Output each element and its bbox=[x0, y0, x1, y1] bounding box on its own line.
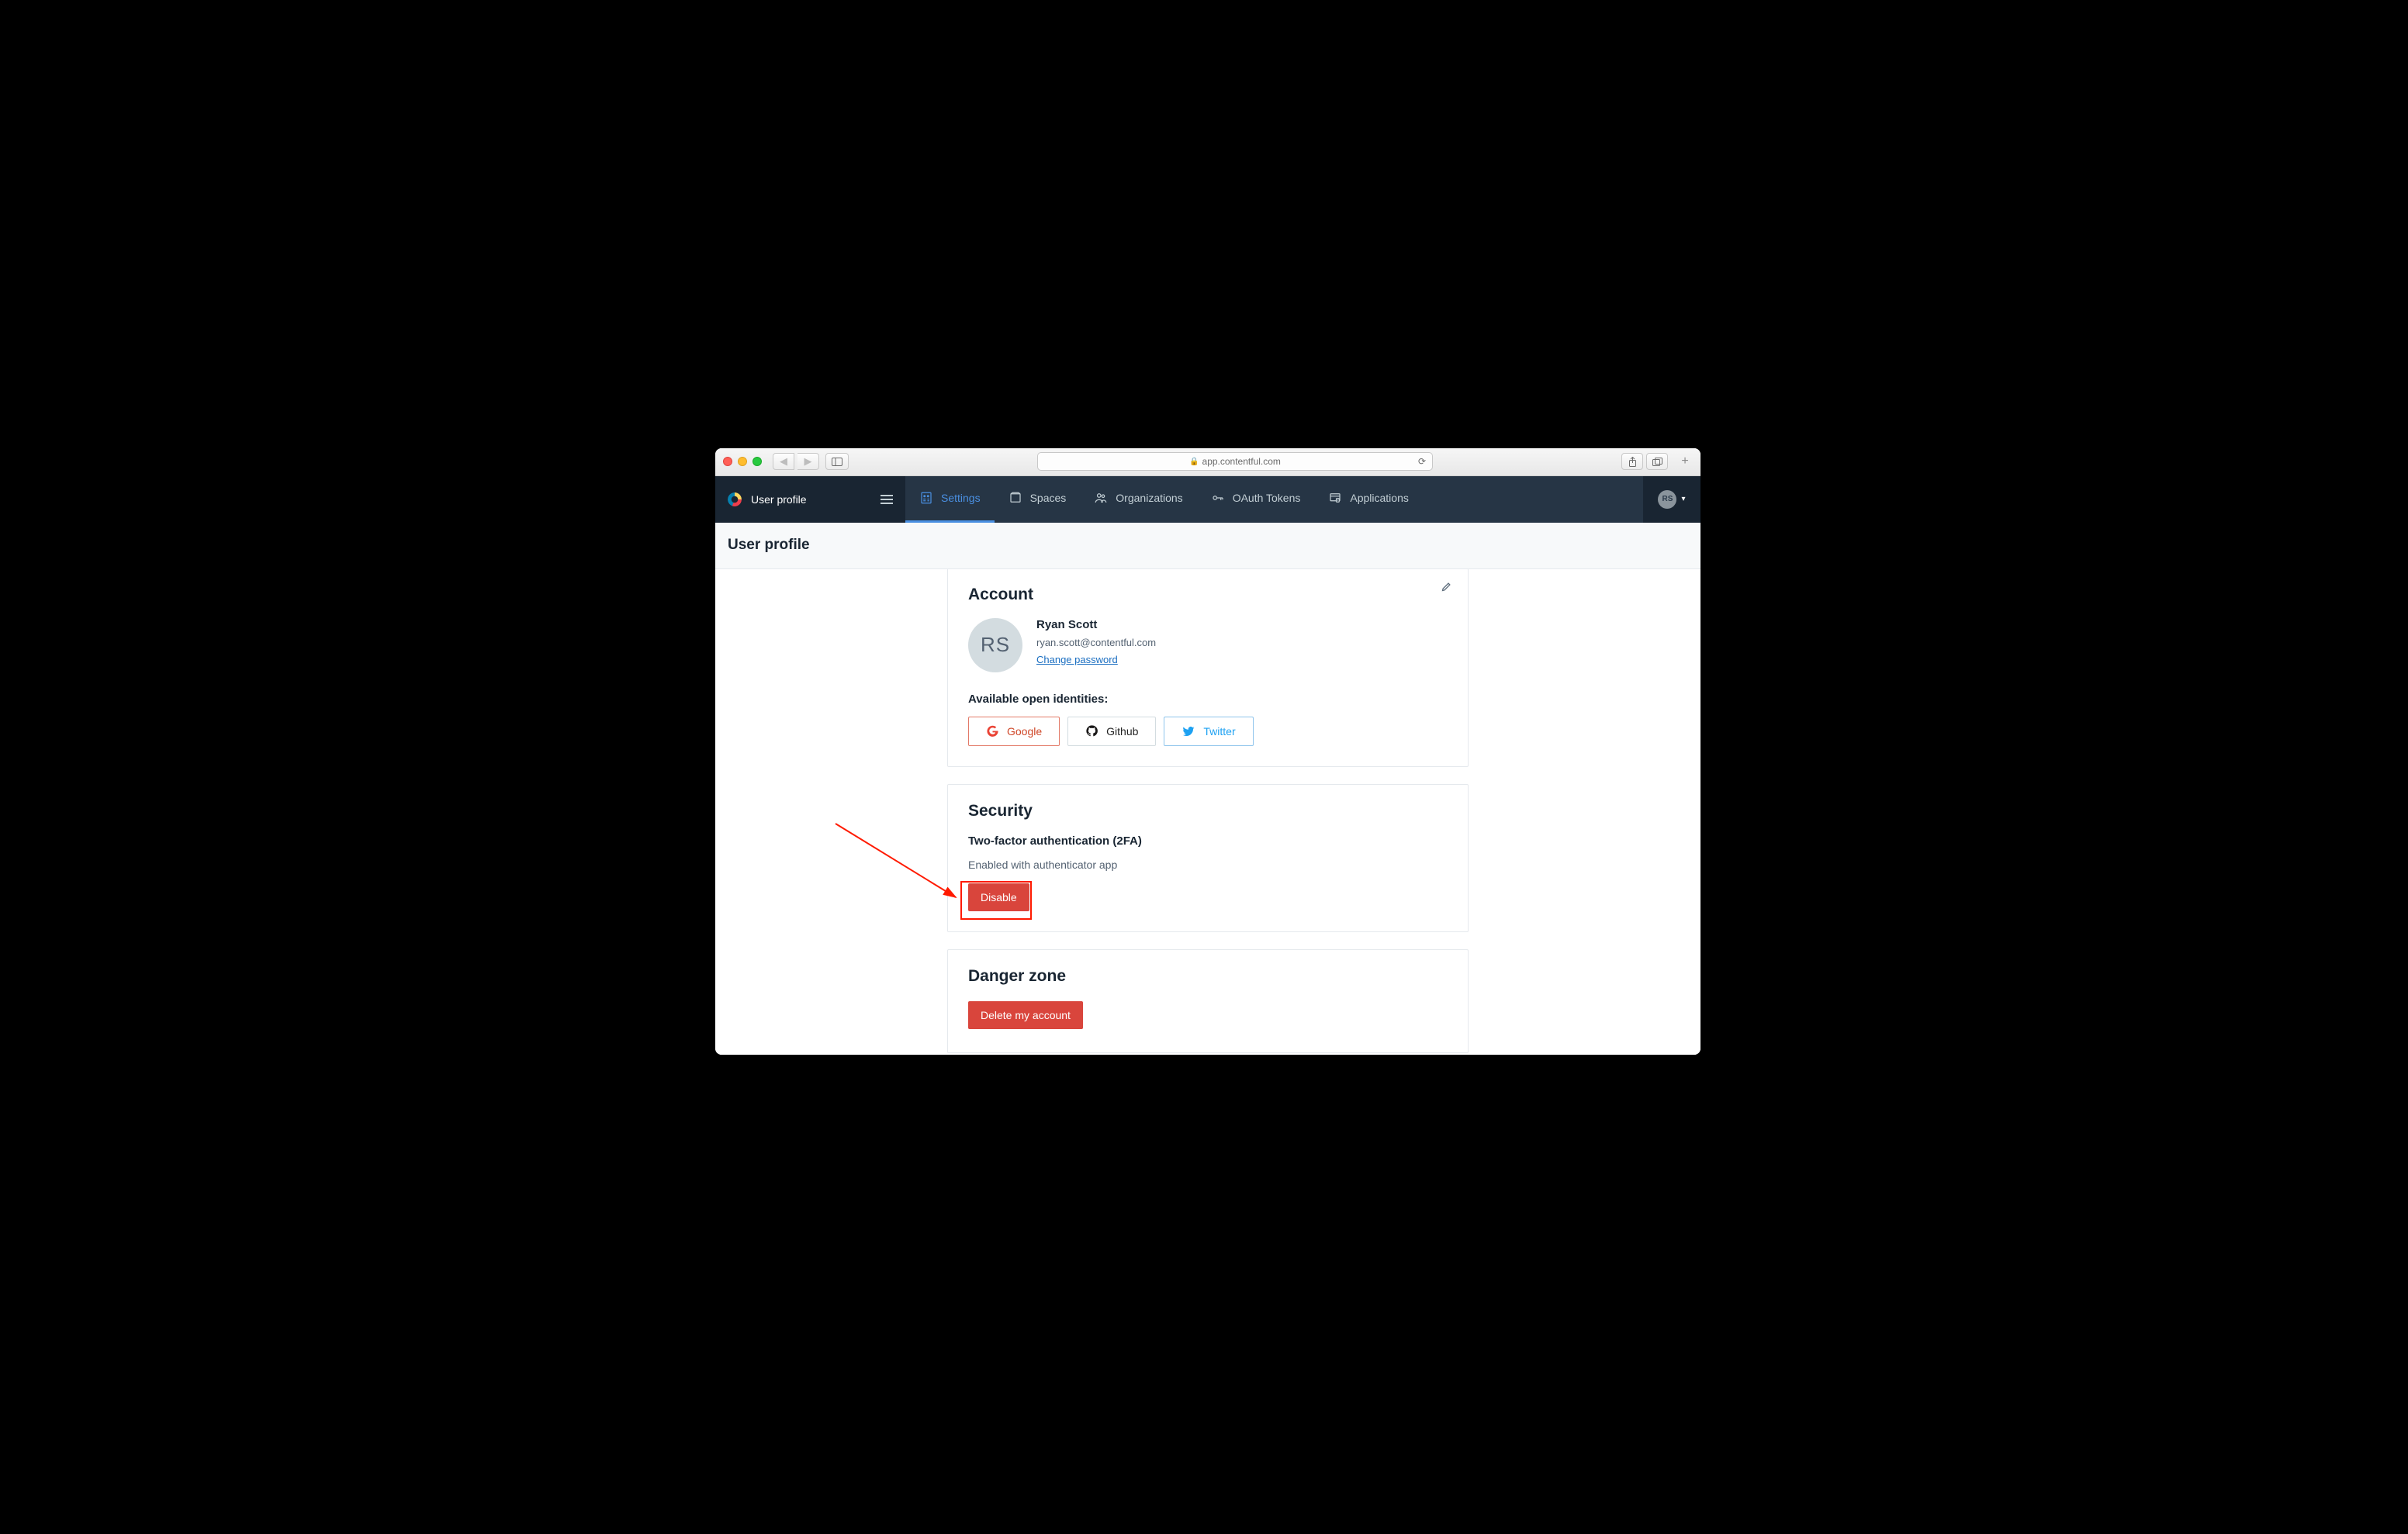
oauth-icon bbox=[1211, 491, 1225, 505]
tabs-button[interactable] bbox=[1646, 453, 1668, 470]
identity-google-button[interactable]: Google bbox=[968, 717, 1060, 746]
browser-window: ◀ ▶ 🔒 app.contentful.com ⟳ bbox=[715, 448, 1700, 1055]
close-window-icon[interactable] bbox=[723, 457, 732, 466]
share-button[interactable] bbox=[1621, 453, 1643, 470]
menu-icon[interactable] bbox=[881, 495, 893, 504]
nav-label: Settings bbox=[941, 492, 981, 504]
nav-item-settings[interactable]: Settings bbox=[905, 476, 995, 523]
disable-2fa-button[interactable]: Disable bbox=[968, 883, 1029, 911]
user-email: ryan.scott@contentful.com bbox=[1036, 637, 1156, 648]
google-icon bbox=[986, 724, 999, 738]
avatar-small: RS bbox=[1658, 490, 1676, 509]
window-controls bbox=[723, 457, 762, 466]
identity-twitter-button[interactable]: Twitter bbox=[1164, 717, 1253, 746]
nav-label: Spaces bbox=[1030, 492, 1067, 504]
security-card: Security Two-factor authentication (2FA)… bbox=[947, 784, 1469, 932]
back-button[interactable]: ◀ bbox=[773, 453, 794, 470]
sidebar-toggle-icon[interactable] bbox=[825, 453, 849, 470]
identity-label: Twitter bbox=[1203, 725, 1235, 738]
danger-section-title: Danger zone bbox=[968, 967, 1448, 986]
page-header: User profile bbox=[715, 523, 1700, 569]
minimize-window-icon[interactable] bbox=[738, 457, 747, 466]
nav-item-spaces[interactable]: Spaces bbox=[995, 476, 1081, 523]
new-tab-button[interactable]: + bbox=[1677, 453, 1693, 470]
app-nav: User profile Settings Spaces Organizatio… bbox=[715, 476, 1700, 523]
identity-label: Github bbox=[1106, 725, 1138, 738]
nav-label: Applications bbox=[1350, 492, 1409, 504]
browser-toolbar: ◀ ▶ 🔒 app.contentful.com ⟳ bbox=[715, 448, 1700, 476]
github-icon bbox=[1085, 724, 1098, 738]
security-section-title: Security bbox=[968, 802, 1448, 821]
account-card: Account RS Ryan Scott ryan.scott@content… bbox=[947, 569, 1469, 767]
nav-item-applications[interactable]: Applications bbox=[1314, 476, 1423, 523]
page-content: Account RS Ryan Scott ryan.scott@content… bbox=[715, 569, 1700, 1055]
nav-item-oauth-tokens[interactable]: OAuth Tokens bbox=[1197, 476, 1315, 523]
identity-github-button[interactable]: Github bbox=[1067, 717, 1156, 746]
address-bar[interactable]: 🔒 app.contentful.com ⟳ bbox=[1037, 452, 1433, 471]
identity-label: Google bbox=[1007, 725, 1042, 738]
delete-account-button[interactable]: Delete my account bbox=[968, 1001, 1083, 1029]
settings-icon bbox=[919, 491, 933, 505]
danger-zone-card: Danger zone Delete my account bbox=[947, 949, 1469, 1053]
url-host: app.contentful.com bbox=[1202, 456, 1281, 467]
spaces-icon bbox=[1009, 491, 1022, 505]
organizations-icon bbox=[1094, 491, 1108, 505]
edit-icon[interactable] bbox=[1441, 581, 1452, 596]
nav-label: OAuth Tokens bbox=[1233, 492, 1301, 504]
page-title: User profile bbox=[728, 537, 810, 554]
applications-icon bbox=[1328, 491, 1342, 505]
contentful-logo-icon[interactable] bbox=[728, 492, 742, 506]
maximize-window-icon[interactable] bbox=[752, 457, 762, 466]
forward-button[interactable]: ▶ bbox=[797, 453, 819, 470]
lock-icon: 🔒 bbox=[1189, 458, 1199, 466]
account-section-title: Account bbox=[968, 586, 1448, 604]
twitter-icon bbox=[1182, 724, 1195, 738]
nav-brand-title: User profile bbox=[751, 493, 807, 506]
avatar: RS bbox=[968, 618, 1022, 672]
twofa-title: Two-factor authentication (2FA) bbox=[968, 834, 1448, 848]
change-password-link[interactable]: Change password bbox=[1036, 654, 1156, 665]
open-identities-title: Available open identities: bbox=[968, 693, 1448, 706]
reload-icon[interactable]: ⟳ bbox=[1418, 456, 1426, 467]
nav-label: Organizations bbox=[1116, 492, 1182, 504]
user-name: Ryan Scott bbox=[1036, 618, 1156, 631]
nav-item-organizations[interactable]: Organizations bbox=[1080, 476, 1196, 523]
chevron-down-icon: ▾ bbox=[1681, 495, 1685, 503]
account-menu[interactable]: RS ▾ bbox=[1643, 490, 1700, 509]
twofa-status: Enabled with authenticator app bbox=[968, 859, 1448, 871]
